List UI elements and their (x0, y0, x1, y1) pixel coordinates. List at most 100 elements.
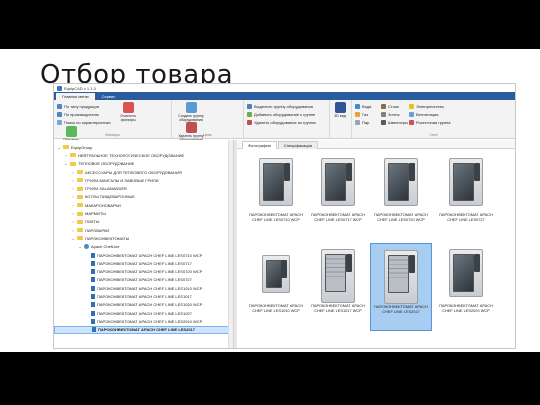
document-icon (91, 269, 95, 275)
product-label: ПАРОКОНВЕКТОМАТ APACH CHEF LINE LES1010 … (249, 303, 303, 313)
document-icon (91, 302, 95, 308)
tree-node[interactable]: › ПАРОВАРКИ (54, 226, 233, 234)
create-group-button[interactable]: Создать группу оборудования (175, 102, 207, 122)
expand-toggle-icon[interactable]: ⌄ (71, 236, 75, 241)
folder-icon (70, 153, 76, 158)
gas-button[interactable]: Газ (355, 110, 377, 118)
ribbon-tabs: Главное меню Сервис (54, 92, 515, 100)
tree-node[interactable]: ПАРОКОНВЕКТОМАТ APACH CHEF LINE LES2010 … (54, 317, 233, 325)
product-image (321, 158, 355, 206)
clear-filters-button[interactable]: Очистить фильтры (114, 102, 142, 122)
catalog-tree: ⌄ EquipGroup › НЕЙТРАЛЬНОЕ ТЕХНОЛОГИЧЕСКОЕ … (54, 140, 234, 348)
tree-node[interactable]: › ГРИЛИ-МАНГАЛЫ И ЛАВОВЫЕ ГРИЛИ (54, 176, 233, 184)
filter-by-characteristic[interactable]: Поиск по характеристике (57, 118, 113, 126)
expand-toggle-icon[interactable]: ⌄ (78, 244, 82, 249)
select-group-button[interactable]: Выделить группу оборудования (247, 102, 326, 110)
tree-node[interactable]: ⌄ ТЕПЛОВОЕ ОБОРУДОВАНИЕ (54, 160, 233, 168)
expand-toggle-icon[interactable]: › (71, 170, 75, 175)
clear-filter-icon (122, 102, 134, 113)
expand-toggle-icon[interactable]: › (71, 178, 75, 183)
ribbon-group-select: Выделить группу оборудования Добавить об… (244, 100, 330, 138)
tree-node-label: ПАРОКОНВЕКТОМАТ APACH CHEF LINE LES0720 … (97, 269, 203, 275)
folder-icon (77, 211, 83, 216)
product-image (384, 250, 418, 304)
expand-toggle-icon[interactable]: ⌄ (57, 145, 61, 150)
ribbon-group-chain: Создать группу оборудования Удалить груп… (172, 100, 244, 142)
expand-toggle-icon[interactable]: › (64, 153, 68, 158)
folder-icon (70, 161, 76, 166)
expand-toggle-icon[interactable]: › (71, 228, 75, 233)
water-button[interactable]: Вода (355, 102, 377, 110)
tree-node[interactable]: ⌄ Apach ChefLine (54, 243, 233, 251)
expand-toggle-icon[interactable]: › (71, 194, 75, 199)
product-card[interactable]: ПАРОКОНВЕКТОМАТ APACH CHEF LINE LES1010 … (245, 243, 307, 331)
tab-main-menu[interactable]: Главное меню (56, 93, 95, 100)
tree-node-label: ПЛИТЫ (85, 219, 100, 225)
product-label: ПАРОКОНВЕКТОМАТ APACH CHEF LINE LES0717 … (311, 212, 365, 222)
select-icon (247, 103, 252, 109)
tree-node[interactable]: ПАРОКОНВЕКТОМАТ APACH CHEF LINE LES0720 … (54, 267, 233, 275)
add-to-group-button[interactable]: Добавить оборудование к группе (247, 110, 326, 118)
remove-icon (247, 119, 252, 125)
tree-node[interactable]: ПАРОКОНВЕКТОМАТ APACH CHEF LINE LES0727 (54, 276, 233, 284)
tree-node[interactable]: › МАКАРОНОВАРКИ (54, 201, 233, 209)
ventilation-button[interactable]: Вентиляция (409, 110, 512, 118)
tree-node[interactable]: ПАРОКОНВЕКТОМАТ APACH CHEF LINE LES1010 … (54, 284, 233, 292)
document-icon (91, 260, 95, 266)
product-card[interactable]: ПАРОКОНВЕКТОМАТ APACH CHEF LINE LES1017 … (307, 243, 369, 331)
filter-by-manufacturer[interactable]: По производителю (57, 110, 113, 118)
tree-node[interactable]: › НЕЙТРАЛЬНОЕ ТЕХНОЛОГИЧЕСКОЕ ОБОРУДОВАНИ… (54, 151, 233, 159)
tree-node[interactable]: ПАРОКОНВЕКТОМАТ APACH CHEF LINE LES1017 (54, 292, 233, 300)
expand-toggle-icon[interactable]: › (71, 219, 75, 224)
tab-photos[interactable]: Фотографии (242, 141, 277, 149)
tree-scrollbar[interactable] (228, 140, 233, 348)
tree-node[interactable]: ПАРОКОНВЕКТОМАТ APACH CHEF LINE LES2017 (54, 325, 233, 334)
tree-node-label: МАКАРОНОВАРКИ (85, 202, 121, 208)
socket-group-button[interactable]: Розеточная группа (409, 118, 512, 126)
tree-node[interactable]: ПАРОКОНВЕКТОМАТ APACH CHEF LINE LES1027 (54, 309, 233, 317)
product-image (384, 158, 418, 206)
tree-node[interactable]: › ПЛИТЫ (54, 218, 233, 226)
tree-node[interactable]: ПАРОКОНВЕКТОМАТ APACH CHEF LINE LES0710 … (54, 251, 233, 259)
remove-from-group-button[interactable]: Удалить оборудование из группы (247, 118, 326, 126)
lightning-icon (409, 103, 414, 109)
ribbon-group-filters: По типу продукции По производителю Поиск… (54, 100, 172, 142)
view-3d-button[interactable]: 3D вид (331, 102, 349, 118)
tree-node[interactable]: › КОТЛЫ ПИЩЕВАРОЧНЫЕ (54, 193, 233, 201)
tree-node[interactable]: ПАРОКОНВЕКТОМАТ APACH CHEF LINE LES1020 … (54, 301, 233, 309)
tree-node[interactable]: ПАРОКОНВЕКТОМАТ APACH CHEF LINE LES0717 (54, 259, 233, 267)
expand-toggle-icon[interactable]: › (71, 203, 75, 208)
product-card[interactable]: ПАРОКОНВЕКТОМАТ APACH CHEF LINE LES0710 … (245, 152, 307, 240)
delete-group-button[interactable]: Удалить группу оборудования (175, 122, 207, 142)
product-card[interactable]: ПАРОКОНВЕКТОМАТ APACH CHEF LINE LES0720 … (370, 152, 432, 240)
tree-node[interactable]: › АКСЕССУАРЫ ДЛЯ ТЕПЛОВОГО ОБОРУДОВАНИЯ (54, 168, 233, 176)
tree-node[interactable]: ⌄ ПАРОКОНВЕКТОМАТЫ (54, 234, 233, 242)
expand-toggle-icon[interactable]: ⌄ (64, 161, 68, 166)
tab-service[interactable]: Сервис (96, 93, 122, 100)
tree-node[interactable]: › МАРМИТЫ (54, 209, 233, 217)
product-card[interactable]: ПАРОКОНВЕКТОМАТ APACH CHEF LINE LES2017 (370, 243, 432, 331)
delete-group-icon (185, 122, 197, 133)
tree-node[interactable]: › ГРИЛИ SALAMANDER (54, 184, 233, 192)
product-image (321, 249, 355, 303)
tab-specification[interactable]: Спецификация (277, 141, 318, 149)
drains-button[interactable]: Стоки (381, 102, 405, 110)
channels-button[interactable]: Швеллеры (381, 118, 408, 126)
steam-button[interactable]: Пар (355, 118, 377, 126)
filter-by-product-type[interactable]: По типу продукции (57, 102, 113, 110)
expand-toggle-icon[interactable]: › (71, 186, 75, 191)
product-image (262, 255, 290, 293)
folder-icon (77, 194, 83, 199)
tree-node[interactable]: ⌄ EquipGroup (54, 143, 233, 151)
tree-node-label: ПАРОКОНВЕКТОМАТЫ (85, 235, 130, 241)
product-card[interactable]: ПАРОКОНВЕКТОМАТ APACH CHEF LINE LES0717 … (307, 152, 369, 240)
folder-icon (77, 228, 83, 233)
hoods-button[interactable]: Зонты (381, 110, 405, 118)
product-card[interactable]: ПАРОКОНВЕКТОМАТ APACH CHEF LINE LES2020 … (435, 243, 497, 331)
product-card[interactable]: ПАРОКОНВЕКТОМАТ APACH CHEF LINE LES0727 (435, 152, 497, 240)
water-icon (355, 103, 360, 109)
tree-node-label: EquipGroup (71, 144, 93, 150)
slide: Отбор товара EquipCAD v 1.1.0 Главное ме… (0, 49, 540, 352)
expand-toggle-icon[interactable]: › (71, 211, 75, 216)
electricity-button[interactable]: Электричество (409, 102, 512, 110)
